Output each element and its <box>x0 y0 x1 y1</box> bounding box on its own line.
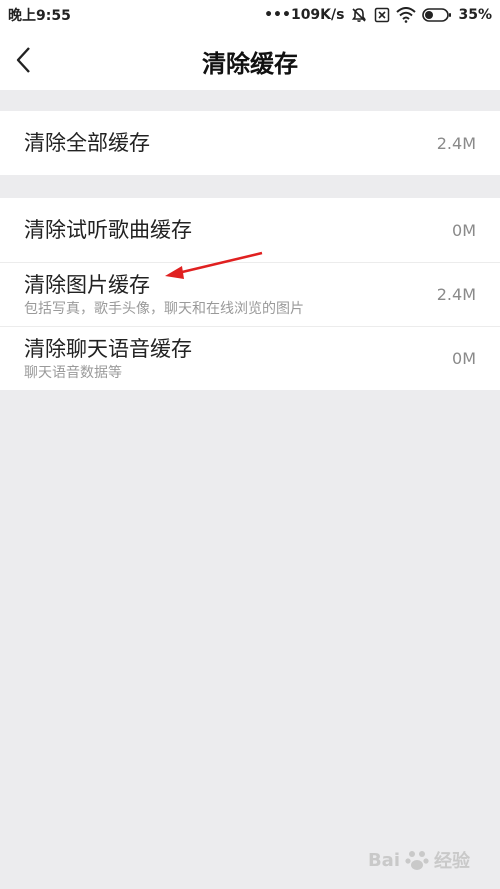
row-subtitle: 包括写真，歌手头像，聊天和在线浏览的图片 <box>24 300 304 317</box>
watermark-text: Bai <box>367 849 400 871</box>
battery-icon <box>422 7 452 23</box>
wifi-icon <box>396 7 417 23</box>
row-text: 清除聊天语音缓存 聊天语音数据等 <box>24 336 192 382</box>
status-indicators: •••109K/s 35% <box>264 6 492 24</box>
row-clear-voice-cache[interactable]: 清除聊天语音缓存 聊天语音数据等 0M <box>0 326 500 390</box>
cache-size-value: 0M <box>452 220 476 240</box>
row-text: 清除全部缓存 <box>24 130 150 156</box>
row-clear-image-cache[interactable]: 清除图片缓存 包括写真，歌手头像，聊天和在线浏览的图片 2.4M <box>0 262 500 326</box>
battery-percent: 35% <box>458 7 492 23</box>
paw-logo-icon <box>405 851 429 870</box>
baidu-jingyan-watermark: Bai 经验 <box>368 847 470 873</box>
row-title: 清除图片缓存 <box>24 272 150 297</box>
status-time: 晚上9:55 <box>8 8 71 24</box>
sim-off-icon <box>374 7 390 23</box>
row-clear-all-cache[interactable]: 清除全部缓存 2.4M <box>0 111 500 175</box>
row-title: 清除全部缓存 <box>24 131 150 155</box>
network-speed: •••109K/s <box>264 7 345 23</box>
page-title: 清除缓存 <box>202 50 298 78</box>
row-title: 清除试听歌曲缓存 <box>24 218 192 242</box>
cache-size-value: 0M <box>452 349 476 368</box>
cache-size-value: 2.4M <box>436 133 476 153</box>
mute-icon <box>350 6 368 24</box>
row-text: 清除试听歌曲缓存 <box>24 217 192 243</box>
row-title: 清除聊天语音缓存 <box>24 336 192 361</box>
watermark-text-2: 经验 <box>434 851 470 872</box>
status-bar: 晚上9:55 •••109K/s 35% <box>0 0 500 30</box>
section-all-cache: 清除全部缓存 2.4M <box>0 111 500 175</box>
row-text: 清除图片缓存 包括写真，歌手头像，聊天和在线浏览的图片 <box>24 272 304 318</box>
row-subtitle: 聊天语音数据等 <box>24 364 122 381</box>
nav-bar: 清除缓存 <box>0 30 500 90</box>
section-category-cache: 清除试听歌曲缓存 0M 清除图片缓存 包括写真，歌手头像，聊天和在线浏览的图片 … <box>0 198 500 390</box>
row-clear-song-cache[interactable]: 清除试听歌曲缓存 0M <box>0 198 500 262</box>
cache-size-value: 2.4M <box>436 285 476 304</box>
